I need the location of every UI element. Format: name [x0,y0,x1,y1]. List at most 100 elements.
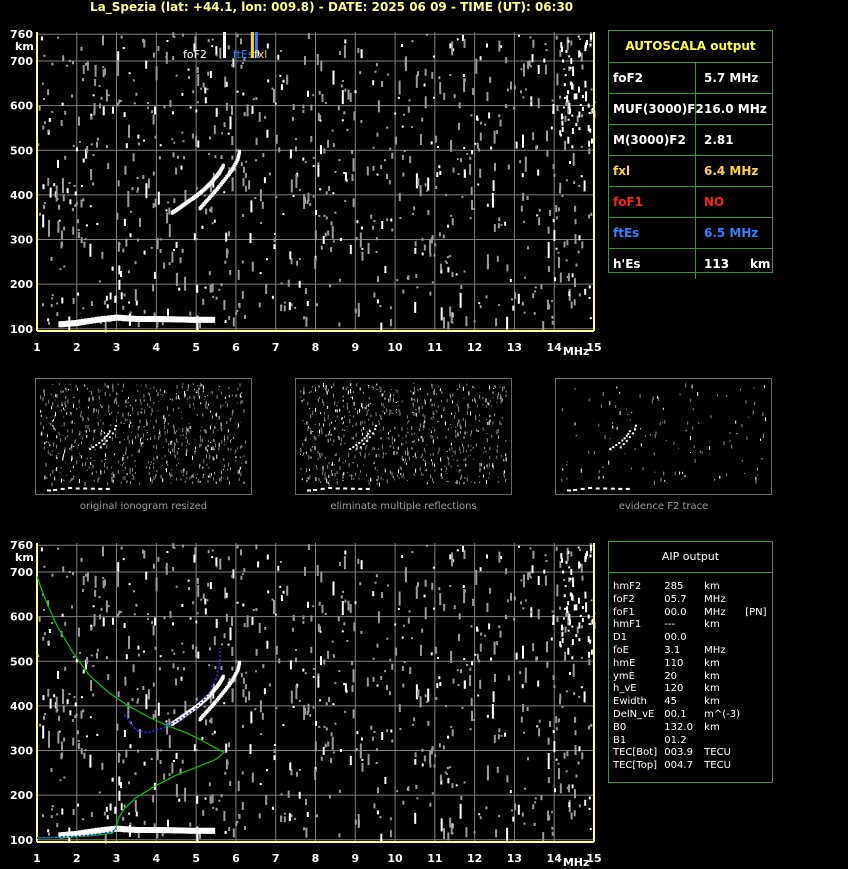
noise-speck [214,666,217,670]
thumb-speck [46,416,48,419]
thumb-speck [71,444,73,449]
aip-cell: 00.0 [664,606,687,618]
thumb-speck [84,461,86,466]
thumb-speck [223,469,225,471]
aip-cell: B0 [613,721,627,733]
thumb-speck [453,459,455,461]
noise-speck [51,621,54,624]
noise-speck [550,637,553,641]
thumb-speck [437,421,439,423]
thumb-speck [112,383,114,388]
thumb-speck [630,467,632,470]
noise-speck [334,722,337,725]
thumb-speck [67,399,69,404]
thumb-speck [302,444,303,446]
noise-speck [248,691,251,701]
aip-cell: MHz [704,593,726,605]
noise-speck [47,688,50,697]
thumb-speck [470,411,471,416]
noise-speck [484,634,487,637]
noise-speck [578,746,581,752]
aip-cell: Ewidth [613,696,647,708]
thumb-speck [399,466,401,470]
noise-speck [47,641,50,644]
noise-speck [561,557,563,563]
noise-speck [187,579,190,582]
noise-speck [158,667,161,671]
thumb-speck [196,473,198,475]
thumb-speck [130,415,131,416]
thumb-speck [220,391,222,395]
noise-speck [59,779,62,782]
thumb-speck [186,448,188,450]
noise-speck [419,696,422,708]
thumb-speck [463,446,465,451]
thumb-speck [358,477,360,480]
noise-speck [259,783,262,786]
thumb-speck [616,386,618,389]
aip-cell: TECU [704,760,731,772]
thumb-speck [62,457,64,461]
aip-cell: 05.7 [664,593,687,605]
noise-speck [96,648,99,652]
thumb-speck [206,463,208,466]
noise-speck [277,565,280,571]
thumb-speck [206,406,208,410]
thumb-speck [146,432,148,433]
noise-speck [485,806,488,810]
thumb-speck [87,387,88,390]
noise-speck [534,797,537,800]
aip-cell: 004.7 [664,760,693,772]
noise-speck [552,675,555,680]
thumb-speck [215,481,217,484]
noise-speck [568,802,571,808]
noise-speck [209,795,212,804]
noise-speck [197,651,200,659]
noise-speck [73,696,76,698]
thumb-speck [419,387,421,389]
thumb-trace [627,432,630,435]
autoscala-key: fxl [613,164,631,178]
noise-speck [445,705,448,708]
noise-speck [295,684,298,699]
noise-speck [445,772,448,775]
thumb-speck [499,420,501,425]
thumb-speck [71,458,72,462]
thumb-speck [120,481,122,484]
thumb-speck [465,463,467,467]
noise-speck [86,572,89,582]
noise-speck [283,816,286,823]
noise-speck [376,643,379,648]
thumb-speck [115,419,117,423]
thumb-speck [207,475,209,478]
noise-speck [169,611,172,619]
thumb-speck [343,429,345,431]
noise-speck [581,625,584,629]
thumb-speck [465,450,467,453]
thumb-speck [401,427,403,432]
noise-speck [226,760,229,765]
noise-speck [341,601,344,616]
thumb-speck [466,383,468,386]
noise-speck [555,727,558,731]
thumb-speck [663,471,665,476]
noise-speck [244,696,247,703]
x-tick-label: 4 [153,852,161,865]
thumb-speck [365,445,367,450]
thumb-speck [334,476,336,478]
thumb-speck [662,422,663,424]
thumb-speck [236,402,238,404]
thumb-speck [659,422,661,426]
thumb-speck [213,439,215,442]
thumb-speck [153,401,155,404]
noise-speck [351,685,354,693]
noise-speck [398,704,401,713]
noise-speck [377,787,379,794]
thumb-speck [147,403,149,406]
autoscala-key: foF1 [613,195,644,209]
noise-speck [537,680,540,687]
thumb-speck [329,423,331,427]
x-tick-label: 13 [507,852,522,865]
thumb-speck [355,472,357,476]
noise-speck [82,576,85,585]
